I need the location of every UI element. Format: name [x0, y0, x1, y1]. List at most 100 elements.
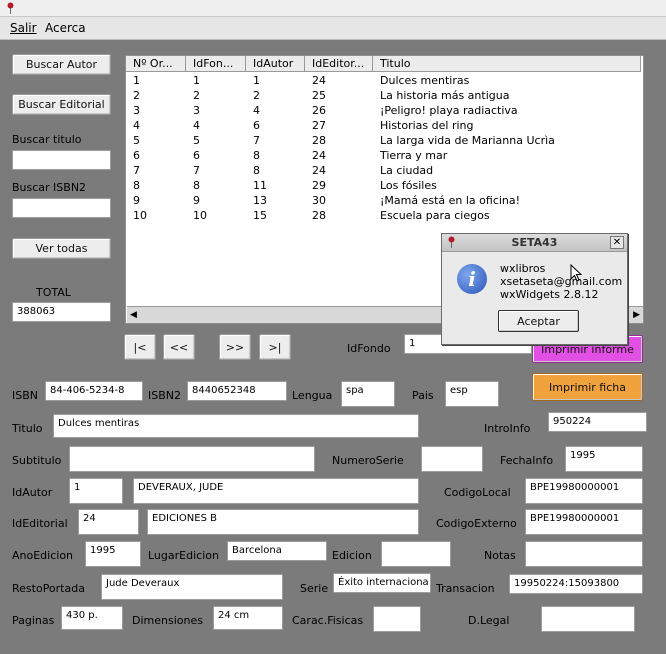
table-row[interactable]: 7 7 8 24 La ciudad: [126, 163, 641, 178]
cell-numero: 5: [133, 134, 140, 147]
lengua-label: Lengua: [292, 389, 333, 402]
table-row[interactable]: 10 10 15 28 Escuela para ciegos: [126, 208, 641, 223]
table-row[interactable]: 5 5 7 28 La larga vida de Marianna Ucrìa: [126, 133, 641, 148]
cell-idautor: 6: [253, 119, 260, 132]
column-header-idautor[interactable]: IdAutor: [246, 56, 305, 72]
autor-nombre-field[interactable]: DEVERAUX, JUDE: [133, 478, 419, 504]
restoportada-field[interactable]: Jude Deveraux: [101, 574, 283, 600]
column-header-titulo[interactable]: Titulo: [373, 56, 641, 72]
info-icon: i: [457, 264, 487, 294]
titulo-field[interactable]: Dulces mentiras: [53, 414, 419, 438]
cell-numero: 8: [133, 179, 140, 192]
dialog-close-icon[interactable]: ✕: [610, 236, 624, 249]
about-dialog: SETA43 ✕ i wxlibros xsetaseta@gmail.com …: [441, 233, 628, 345]
editorial-nombre-field[interactable]: EDICIONES B: [147, 509, 419, 535]
buscar-titulo-input[interactable]: [12, 150, 111, 170]
total-value: 388063: [12, 302, 111, 322]
ver-todas-button[interactable]: Ver todas: [12, 238, 111, 259]
titulo-label: Titulo: [12, 422, 43, 435]
cell-idautor: 8: [253, 149, 260, 162]
cell-idfondo: 7: [193, 164, 200, 177]
total-label: TOTAL: [36, 286, 71, 299]
table-row[interactable]: 2 2 2 25 La historia más antigua: [126, 88, 641, 103]
anoedicion-field[interactable]: 1995: [85, 541, 141, 567]
cell-numero: 4: [133, 119, 140, 132]
menu-salir[interactable]: Salir: [10, 21, 37, 35]
pais-field[interactable]: esp: [445, 381, 499, 407]
subtitulo-field[interactable]: [69, 446, 315, 472]
first-record-button[interactable]: |<: [124, 334, 156, 360]
list-header: Nº Or... IdFon... IdAutor IdEditor... Ti…: [126, 56, 641, 72]
codigolocal-field[interactable]: BPE19980000001: [525, 478, 643, 504]
cell-titulo: La historia más antigua: [380, 89, 510, 102]
cell-numero: 7: [133, 164, 140, 177]
fechainfo-label: FechaInfo: [500, 454, 554, 467]
scroll-left-icon[interactable]: ◀: [130, 310, 137, 320]
table-row[interactable]: 3 3 4 26 ¡Peligro! playa radiactiva: [126, 103, 641, 118]
cell-idfondo: 1: [193, 74, 200, 87]
dialog-title: SETA43: [511, 236, 558, 249]
paginas-label: Paginas: [12, 614, 55, 627]
transaccion-field[interactable]: 19950224:15093800: [509, 574, 643, 594]
isbn-field[interactable]: 84-406-5234-8: [45, 381, 143, 401]
last-record-button[interactable]: >|: [259, 334, 291, 360]
buscar-autor-button[interactable]: Buscar Autor: [12, 54, 111, 75]
lugaredicion-field[interactable]: Barcelona: [227, 541, 327, 561]
dlegal-field[interactable]: [541, 606, 635, 632]
cell-numero: 10: [133, 209, 147, 222]
cell-idfondo: 3: [193, 104, 200, 117]
codigoexterno-field[interactable]: BPE19980000001: [525, 509, 643, 535]
column-header-numero[interactable]: Nº Or...: [126, 56, 186, 72]
dialog-line-app: wxlibros: [500, 262, 546, 275]
anoedicion-label: AnoEdicion: [12, 549, 74, 562]
column-header-ideditorial[interactable]: IdEditor...: [305, 56, 373, 72]
isbn2-label: ISBN2: [148, 389, 181, 402]
ideditorial-field[interactable]: 24: [78, 509, 139, 535]
cell-titulo: ¡Peligro! playa radiactiva: [380, 104, 518, 117]
introinfo-field[interactable]: 950224: [548, 412, 647, 432]
next-record-button[interactable]: >>: [219, 334, 251, 360]
cell-idfondo: 10: [193, 209, 207, 222]
buscar-titulo-label: Buscar titulo: [12, 133, 82, 146]
cell-idautor: 7: [253, 134, 260, 147]
cell-idfondo: 9: [193, 194, 200, 207]
column-header-idfondo[interactable]: IdFon...: [186, 56, 246, 72]
dialog-message: wxlibros xsetaseta@gmail.com wxWidgets 2…: [500, 262, 622, 301]
table-row[interactable]: 4 4 6 27 Historias del ring: [126, 118, 641, 133]
buscar-isbn-input[interactable]: [12, 198, 111, 218]
paginas-field[interactable]: 430 p.: [61, 606, 123, 630]
dimensiones-field[interactable]: 24 cm: [213, 606, 283, 630]
transaccion-label: Transacion: [436, 582, 495, 595]
imprimir-ficha-button[interactable]: Imprimir ficha: [532, 373, 643, 401]
table-row[interactable]: 8 8 11 29 Los fósiles: [126, 178, 641, 193]
notas-field[interactable]: [525, 541, 643, 567]
serie-field[interactable]: Éxito internaciona: [333, 573, 431, 593]
table-row[interactable]: 1 1 1 24 Dulces mentiras: [126, 73, 641, 88]
numeroserie-field[interactable]: [421, 446, 483, 472]
previous-record-button[interactable]: <<: [163, 334, 195, 360]
subtitulo-label: Subtitulo: [12, 454, 62, 467]
buscar-isbn-label: Buscar ISBN2: [12, 181, 87, 194]
introinfo-label: IntroInfo: [484, 422, 531, 435]
buscar-editorial-button[interactable]: Buscar Editorial: [12, 94, 111, 115]
serie-label: Serie: [300, 582, 329, 595]
cell-titulo: Escuela para ciegos: [380, 209, 490, 222]
cell-idautor: 4: [253, 104, 260, 117]
fechainfo-field[interactable]: 1995: [565, 446, 643, 472]
cell-titulo: Tierra y mar: [380, 149, 448, 162]
scroll-right-icon[interactable]: ▶: [633, 310, 640, 320]
edicion-field[interactable]: [381, 541, 451, 567]
isbn2-field[interactable]: 8440652348: [187, 381, 287, 401]
menu-bar: Salir Acerca: [0, 17, 666, 40]
table-row[interactable]: 6 6 8 24 Tierra y mar: [126, 148, 641, 163]
idautor-field[interactable]: 1: [69, 478, 123, 504]
caracfisicas-field[interactable]: [373, 606, 421, 632]
dialog-titlebar: SETA43 ✕: [442, 234, 627, 252]
aceptar-button[interactable]: Aceptar: [498, 310, 579, 332]
menu-acerca[interactable]: Acerca: [45, 21, 86, 35]
dialog-line-version: wxWidgets 2.8.12: [500, 288, 599, 301]
lengua-field[interactable]: spa: [341, 381, 395, 407]
cell-ideditorial: 28: [312, 209, 326, 222]
codigolocal-label: CodigoLocal: [444, 486, 511, 499]
table-row[interactable]: 9 9 13 30 ¡Mamá está en la oficina!: [126, 193, 641, 208]
